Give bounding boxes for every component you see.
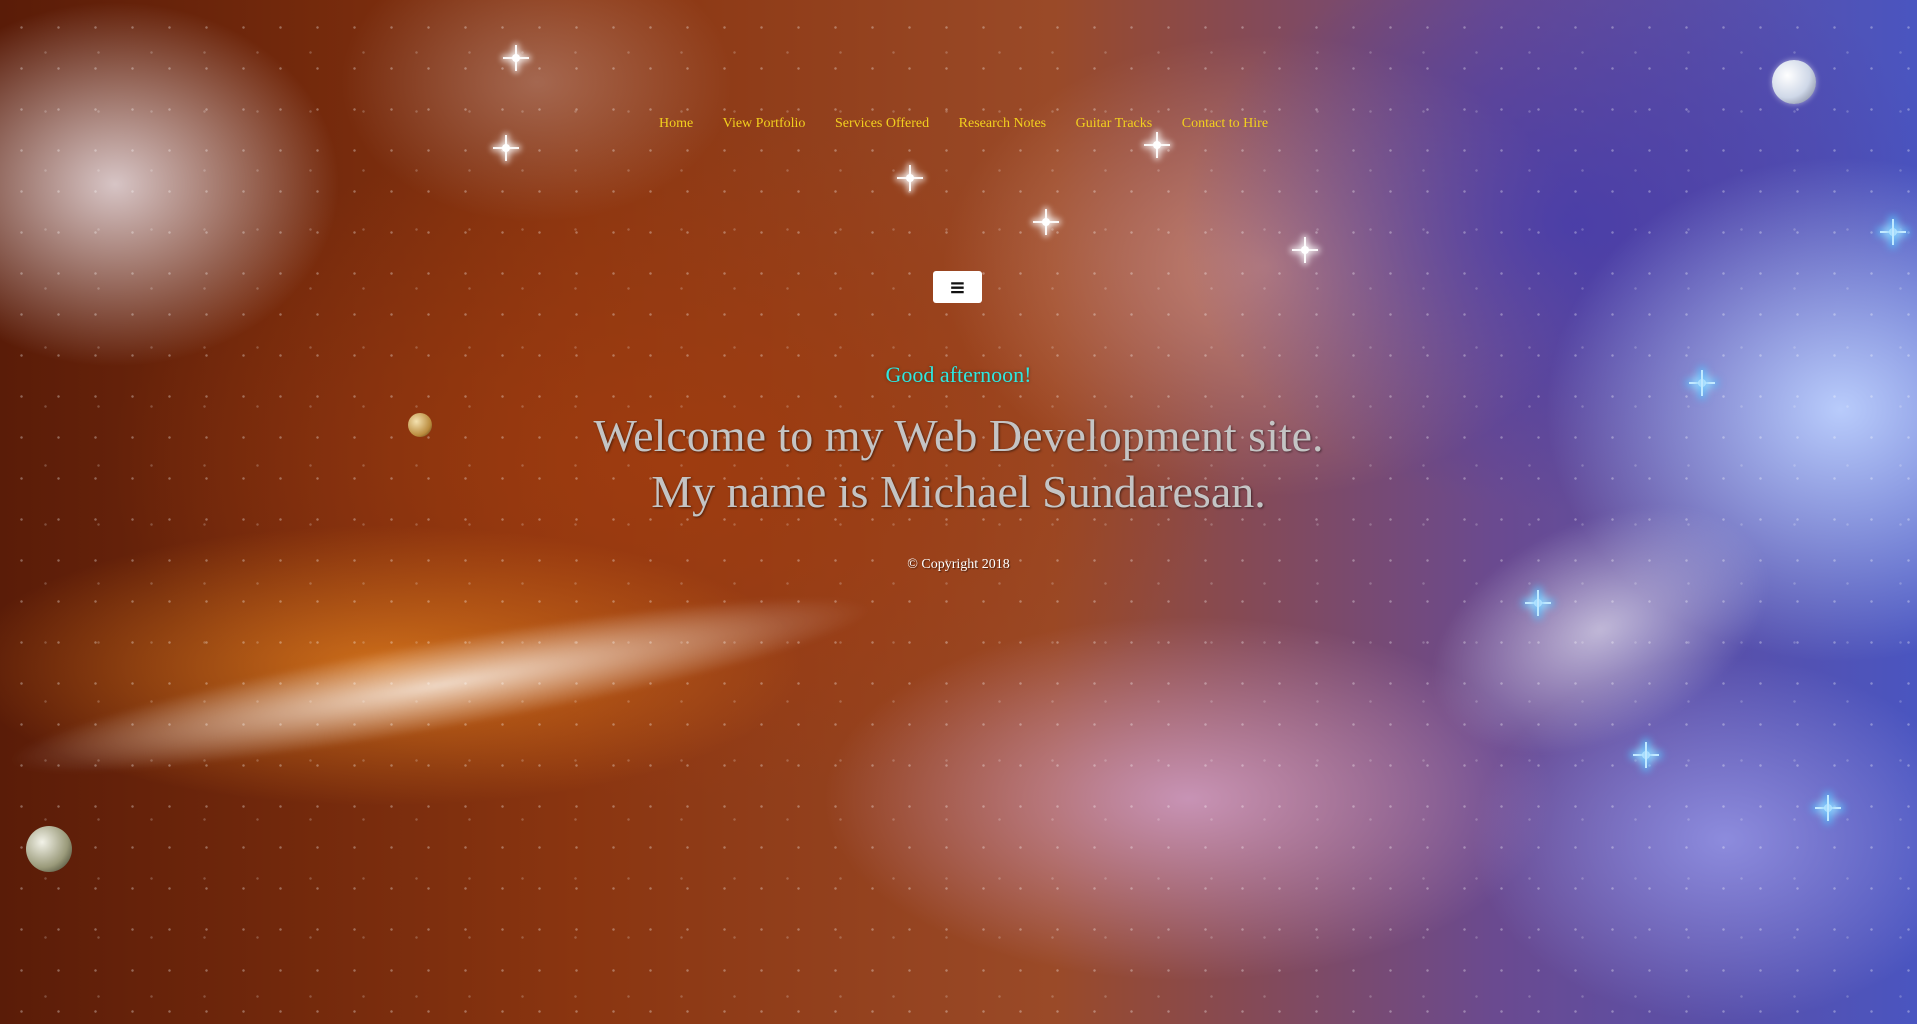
main-navigation: Home View Portfolio Services Offered Res…	[0, 116, 1917, 132]
star-icon	[897, 165, 923, 191]
greeting-text: Good afternoon!	[885, 362, 1032, 387]
welcome-heading: Welcome to my Web Development site. My n…	[0, 408, 1917, 520]
planet-logo	[1772, 60, 1816, 104]
star-icon	[1292, 237, 1318, 263]
hamburger-menu-icon: ≡	[949, 275, 966, 299]
planet-image	[26, 826, 72, 872]
nav-link-contact-to-hire[interactable]: Contact to Hire	[1182, 116, 1268, 131]
nebula-dust-streak	[0, 564, 882, 806]
star-icon	[503, 45, 529, 71]
nav-link-research-notes[interactable]: Research Notes	[959, 116, 1046, 131]
copyright-text: © Copyright 2018	[907, 557, 1010, 572]
hamburger-menu-button[interactable]: ≡	[933, 271, 982, 303]
star-icon	[1815, 795, 1841, 821]
star-icon	[1033, 209, 1059, 235]
nav-link-guitar-tracks[interactable]: Guitar Tracks	[1076, 116, 1153, 131]
nav-link-home[interactable]: Home	[659, 116, 693, 131]
nav-link-view-portfolio[interactable]: View Portfolio	[723, 116, 806, 131]
star-icon	[1880, 219, 1906, 245]
nav-link-services-offered[interactable]: Services Offered	[835, 116, 929, 131]
welcome-line-2: My name is Michael Sundaresan.	[651, 466, 1266, 517]
star-icon	[1525, 590, 1551, 616]
star-icon	[1633, 742, 1659, 768]
welcome-line-1: Welcome to my Web Development site.	[593, 410, 1324, 461]
star-icon	[1144, 132, 1170, 158]
star-icon	[493, 135, 519, 161]
nav-links: Home View Portfolio Services Offered Res…	[646, 116, 1281, 132]
